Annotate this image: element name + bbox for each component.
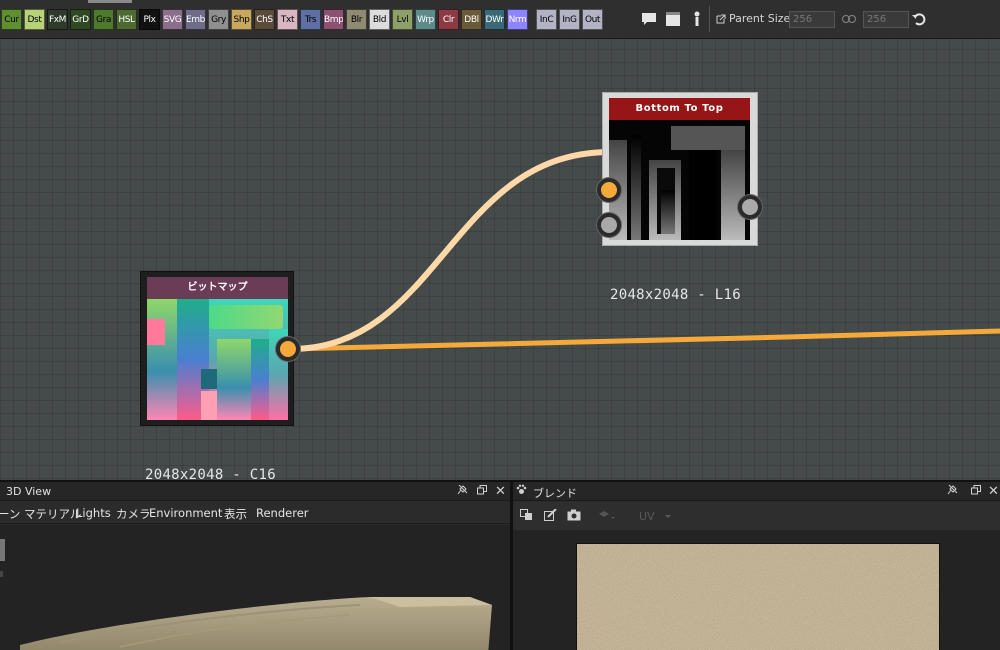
3d-model	[20, 597, 492, 650]
bitmap-thumbnail	[147, 299, 288, 420]
parent-width-field[interactable]	[789, 11, 835, 28]
category-button-lvl[interactable]: Lvl	[392, 9, 413, 30]
category-button-gry[interactable]: Gry	[208, 9, 229, 30]
camera-icon[interactable]	[567, 509, 581, 522]
uv-label: UV	[639, 510, 655, 523]
sand-texture-preview	[576, 543, 940, 650]
gradient-node[interactable]: Bottom To Top 2048x2048 - L16	[597, 92, 762, 303]
gradient-input-port-2[interactable]	[597, 213, 621, 237]
channels-icon[interactable]	[519, 509, 533, 522]
toolbar-separator	[709, 6, 710, 32]
3d-viewport[interactable]	[0, 525, 510, 650]
category-button-txt[interactable]: Txt	[277, 9, 298, 30]
close-icon[interactable]: ✕	[493, 484, 508, 499]
wire-bitmap-to-output[interactable]	[289, 328, 1000, 352]
menu-renderer[interactable]: Renderer	[256, 506, 309, 520]
3d-view-menubar: ーン マテリアル Lights カメラ Environment 表示 Rende…	[0, 502, 510, 524]
pin-icon[interactable]	[688, 10, 706, 28]
category-button-dbl[interactable]: DBl	[461, 9, 482, 30]
category-button-emb[interactable]: Emb	[185, 9, 206, 30]
category-button-gra[interactable]: Gra	[93, 9, 114, 30]
category-button-plx[interactable]: Plx	[139, 9, 160, 30]
bitmap-output-port[interactable]	[276, 337, 300, 361]
blend-panel: ブレンド ✕ UV	[513, 482, 1000, 650]
layers-dropdown-icon[interactable]	[598, 509, 615, 522]
menu-lights[interactable]: Lights	[76, 506, 111, 520]
menu-environment[interactable]: Environment	[149, 506, 222, 520]
category-button-blr[interactable]: Blr	[346, 9, 367, 30]
blend-preview-area[interactable]	[513, 530, 1000, 650]
panel-header: ブレンド ✕	[513, 482, 1000, 501]
category-button-nrm[interactable]: Nrm	[507, 9, 528, 30]
tab-stub	[88, 0, 132, 3]
panel-header: 3D View ✕	[0, 482, 510, 501]
gradient-output-port[interactable]	[738, 195, 762, 219]
app-window: Cur Dst FxM GrD Gra HSL Plx SVG Emb Gry Shp ChS Txt T…	[0, 0, 1000, 650]
panel-title: ブレンド	[533, 487, 577, 500]
gradient-input-port-1[interactable]	[597, 178, 621, 202]
blend-toolbar: UV	[513, 502, 1000, 530]
3d-view-panel: 3D View ✕ ーン マテリアル Lights カメラ Environmen…	[0, 482, 510, 650]
menu-material[interactable]: マテリアル	[24, 506, 81, 522]
category-button-chs[interactable]: ChS	[254, 9, 275, 30]
menu-camera[interactable]: カメラ	[116, 506, 151, 522]
unpin-icon[interactable]	[455, 484, 470, 499]
frame-icon[interactable]	[664, 10, 682, 28]
menu-scene[interactable]: ーン	[0, 506, 20, 522]
category-button-wrp[interactable]: Wrp	[415, 9, 436, 30]
category-button-bmp[interactable]: Bmp	[323, 9, 344, 30]
comment-icon[interactable]	[640, 10, 658, 28]
category-button-grd[interactable]: GrD	[70, 9, 91, 30]
bitmap-node[interactable]: ビットマップ 2048x2048 - C16	[140, 271, 300, 483]
category-button-out[interactable]: Out	[582, 9, 603, 30]
category-button-cur[interactable]: Cur	[1, 9, 22, 30]
category-button-trs[interactable]: Trs	[300, 9, 321, 30]
paw-icon	[514, 484, 529, 499]
gradient-thumbnail	[609, 120, 750, 240]
category-button-bld[interactable]: Bld	[369, 9, 390, 30]
parent-height-field[interactable]	[863, 11, 909, 28]
float-window-icon[interactable]	[474, 484, 489, 499]
node-category-buttons: Cur Dst FxM GrD Gra HSL Plx SVG Emb Gry Shp ChS Txt T…	[1, 9, 603, 31]
category-button-hsl[interactable]: HSL	[116, 9, 137, 30]
uv-dropdown[interactable]: UV	[639, 510, 672, 523]
category-button-ing[interactable]: InG	[559, 9, 580, 30]
gradient-resolution-label: 2048x2048 - L16	[610, 287, 741, 303]
parent-size-label: Parent Size:	[716, 12, 794, 25]
external-link-icon	[716, 14, 726, 23]
category-button-fxm[interactable]: FxM	[47, 9, 68, 30]
category-button-clr[interactable]: Clr	[438, 9, 459, 30]
link-icon[interactable]	[841, 10, 857, 28]
parent-size-text: Parent Size:	[729, 12, 794, 25]
unpin-icon[interactable]	[945, 484, 960, 499]
category-button-dst[interactable]: Dst	[24, 9, 45, 30]
node-toolbar: Cur Dst FxM GrD Gra HSL Plx SVG Emb Gry Shp ChS Txt T…	[0, 0, 1000, 39]
node-title: ビットマップ	[147, 277, 288, 299]
close-icon[interactable]: ✕	[986, 484, 1000, 499]
wire-bitmap-to-gradient[interactable]	[289, 149, 609, 352]
node-graph[interactable]: ビットマップ 2048x2048 - C16 Bottom To Top 204…	[0, 39, 1000, 483]
float-window-icon[interactable]	[968, 484, 983, 499]
reset-icon[interactable]	[910, 10, 928, 28]
edit-icon[interactable]	[543, 508, 557, 522]
category-button-inc[interactable]: InC	[536, 9, 557, 30]
node-title: Bottom To Top	[609, 98, 750, 120]
category-button-svg[interactable]: SVG	[162, 9, 183, 30]
category-button-dwr[interactable]: DWr	[484, 9, 505, 30]
menu-display[interactable]: 表示	[224, 506, 247, 522]
panel-title: 3D View	[6, 485, 52, 498]
category-button-shp[interactable]: Shp	[231, 9, 252, 30]
